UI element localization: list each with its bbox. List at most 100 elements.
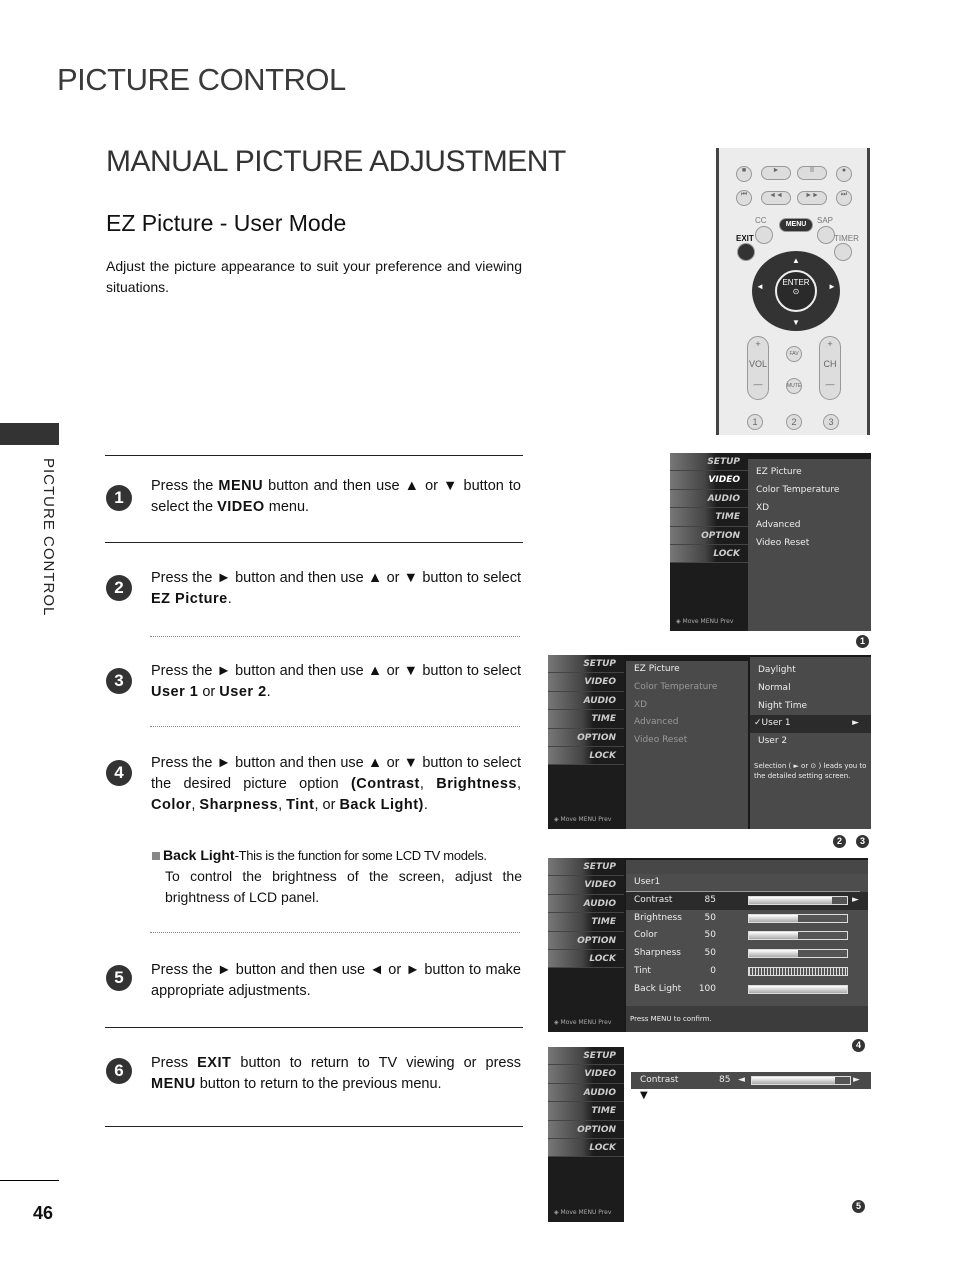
nav-lock: LOCK — [548, 1138, 624, 1158]
confirm-hint: Press MENU to confirm. — [626, 1006, 868, 1032]
setting-name: Contrast — [640, 1075, 679, 1085]
nav-time: TIME — [548, 913, 624, 932]
menu-button: MENU — [779, 218, 813, 232]
nav-time: TIME — [670, 508, 748, 527]
footer-rule — [0, 1180, 59, 1181]
step-text: Press the ► button and then use ◄ or ► b… — [151, 962, 521, 999]
down-arrow-icon: ▼ — [792, 318, 800, 327]
menu-item: Color Temperature — [634, 681, 718, 692]
step-number: 1 — [106, 485, 132, 511]
figure-badge: 1 — [856, 635, 869, 648]
nav-video: VIDEO — [670, 471, 748, 490]
record-icon: ● — [836, 166, 852, 182]
setting-name: Sharpness — [634, 948, 681, 959]
setting-row: Contrast 85 ► — [626, 891, 868, 910]
menu-item: Advanced — [634, 717, 679, 728]
nav-audio: AUDIO — [548, 894, 624, 914]
nav-option: OPTION — [548, 1120, 624, 1139]
nav-footer: ◈ Move MENU Prev — [554, 1209, 612, 1216]
option-item-selected: ✓User 1 ► — [750, 715, 871, 734]
setting-slider — [748, 984, 848, 994]
nav-lock: LOCK — [548, 746, 624, 766]
menu-item: Advanced — [756, 520, 801, 531]
exit-label: EXIT — [736, 234, 754, 243]
setting-row: Brightness 50 — [626, 910, 868, 928]
right-arrow-icon: ► — [852, 894, 859, 905]
menu-item: XD — [634, 699, 648, 710]
osd-nav: SETUP VIDEO AUDIO TIME OPTION LOCK ◈ Mov… — [670, 453, 748, 631]
decrease-arrow-icon: ◄ — [738, 1075, 745, 1085]
setting-row: Back Light 100 — [626, 981, 868, 999]
figure-badge: 2 — [833, 835, 846, 848]
enter-button: ENTER ⊙ — [775, 270, 817, 312]
osd-nav: SETUP VIDEO AUDIO TIME OPTION LOCK ◈ Mov… — [548, 655, 624, 829]
setting-row: Sharpness 50 — [626, 945, 868, 963]
side-label: PICTURE CONTROL — [40, 458, 57, 617]
page-title: MANUAL PICTURE ADJUSTMENT — [106, 145, 566, 178]
contrast-adjust-bar: Contrast 85 ◄ ► — [631, 1072, 871, 1089]
divider — [105, 1126, 523, 1127]
osd-nav: SETUP VIDEO AUDIO TIME OPTION LOCK ◈ Mov… — [548, 1047, 624, 1222]
page-number: 46 — [33, 1203, 54, 1223]
intro-text: Adjust the picture appearance to suit yo… — [106, 258, 522, 295]
remote-control-illustration: ■ ► II ● ⏮ ◄◄ ►► ⏭ CC MENU SAP EXIT TIME… — [716, 148, 870, 435]
nav-option: OPTION — [548, 931, 624, 950]
cc-label: CC — [755, 216, 767, 225]
menu-item: Video Reset — [634, 735, 688, 746]
step-number: 3 — [106, 668, 132, 694]
osd-nav: SETUP VIDEO AUDIO TIME OPTION LOCK ◈ Mov… — [548, 858, 624, 1032]
nav-setup: SETUP — [670, 453, 748, 472]
setting-value: 50 — [704, 912, 716, 923]
dotted-divider — [150, 932, 520, 933]
down-arrow-icon: ▼ — [640, 1090, 648, 1101]
setting-value: 100 — [698, 983, 716, 994]
setting-slider — [748, 949, 848, 959]
nav-audio: AUDIO — [670, 489, 748, 509]
option-item: Normal — [758, 682, 791, 693]
setting-value: 85 — [719, 1075, 731, 1085]
step-number: 2 — [106, 575, 132, 601]
step-text: Press EXIT button to return to TV viewin… — [151, 1055, 521, 1092]
osd-user-settings: SETUP VIDEO AUDIO TIME OPTION LOCK ◈ Mov… — [548, 858, 868, 1032]
timer-button — [834, 243, 852, 261]
figure-badge: 4 — [852, 1039, 865, 1052]
step-number: 4 — [106, 760, 132, 786]
nav-footer: ◈ Move MENU Prev — [554, 1019, 612, 1026]
nav-video: VIDEO — [548, 1065, 624, 1084]
menu-item: XD — [756, 502, 770, 513]
figure-badge: 3 — [856, 835, 869, 848]
osd-ez-picture-menu: SETUP VIDEO AUDIO TIME OPTION LOCK ◈ Mov… — [548, 655, 871, 829]
user-title: User1 — [626, 874, 860, 892]
exit-button — [737, 243, 755, 261]
setting-value: 85 — [704, 894, 716, 905]
setting-name: Back Light — [634, 983, 682, 994]
sap-button — [817, 226, 835, 244]
setting-value: 50 — [704, 948, 716, 959]
number-3-button: 3 — [823, 414, 839, 430]
volume-rocker: + VOL — — [747, 336, 769, 400]
osd-adjust-nav: SETUP VIDEO AUDIO TIME OPTION LOCK ◈ Mov… — [548, 1047, 624, 1222]
sap-label: SAP — [817, 216, 834, 225]
up-arrow-icon: ▲ — [792, 256, 800, 265]
increase-arrow-icon: ► — [853, 1075, 860, 1085]
step-text: Press the ► button and then use ▲ or ▼ b… — [151, 570, 521, 607]
nav-audio: AUDIO — [548, 1083, 624, 1103]
timer-label: TIMER — [834, 234, 859, 243]
divider — [105, 1027, 523, 1028]
setting-slider — [748, 966, 848, 976]
menu-item: EZ Picture — [634, 664, 680, 674]
ez-picture-options: Daylight Normal Night Time ✓User 1 ► User… — [750, 657, 871, 829]
option-item: Daylight — [758, 665, 796, 675]
step-number: 6 — [106, 1058, 132, 1084]
fav-button: FAV — [786, 346, 802, 362]
contrast-slider — [751, 1076, 851, 1085]
fast-forward-icon: ►► — [797, 191, 827, 205]
skip-forward-icon: ⏭ — [836, 190, 852, 206]
nav-lock: LOCK — [548, 949, 624, 969]
rewind-icon: ◄◄ — [761, 191, 791, 205]
option-item: User 2 — [758, 736, 788, 747]
menu-item: Color Temperature — [756, 484, 840, 495]
step-number: 5 — [106, 965, 132, 991]
nav-setup: SETUP — [548, 655, 624, 674]
left-arrow-icon: ◄ — [756, 282, 764, 291]
